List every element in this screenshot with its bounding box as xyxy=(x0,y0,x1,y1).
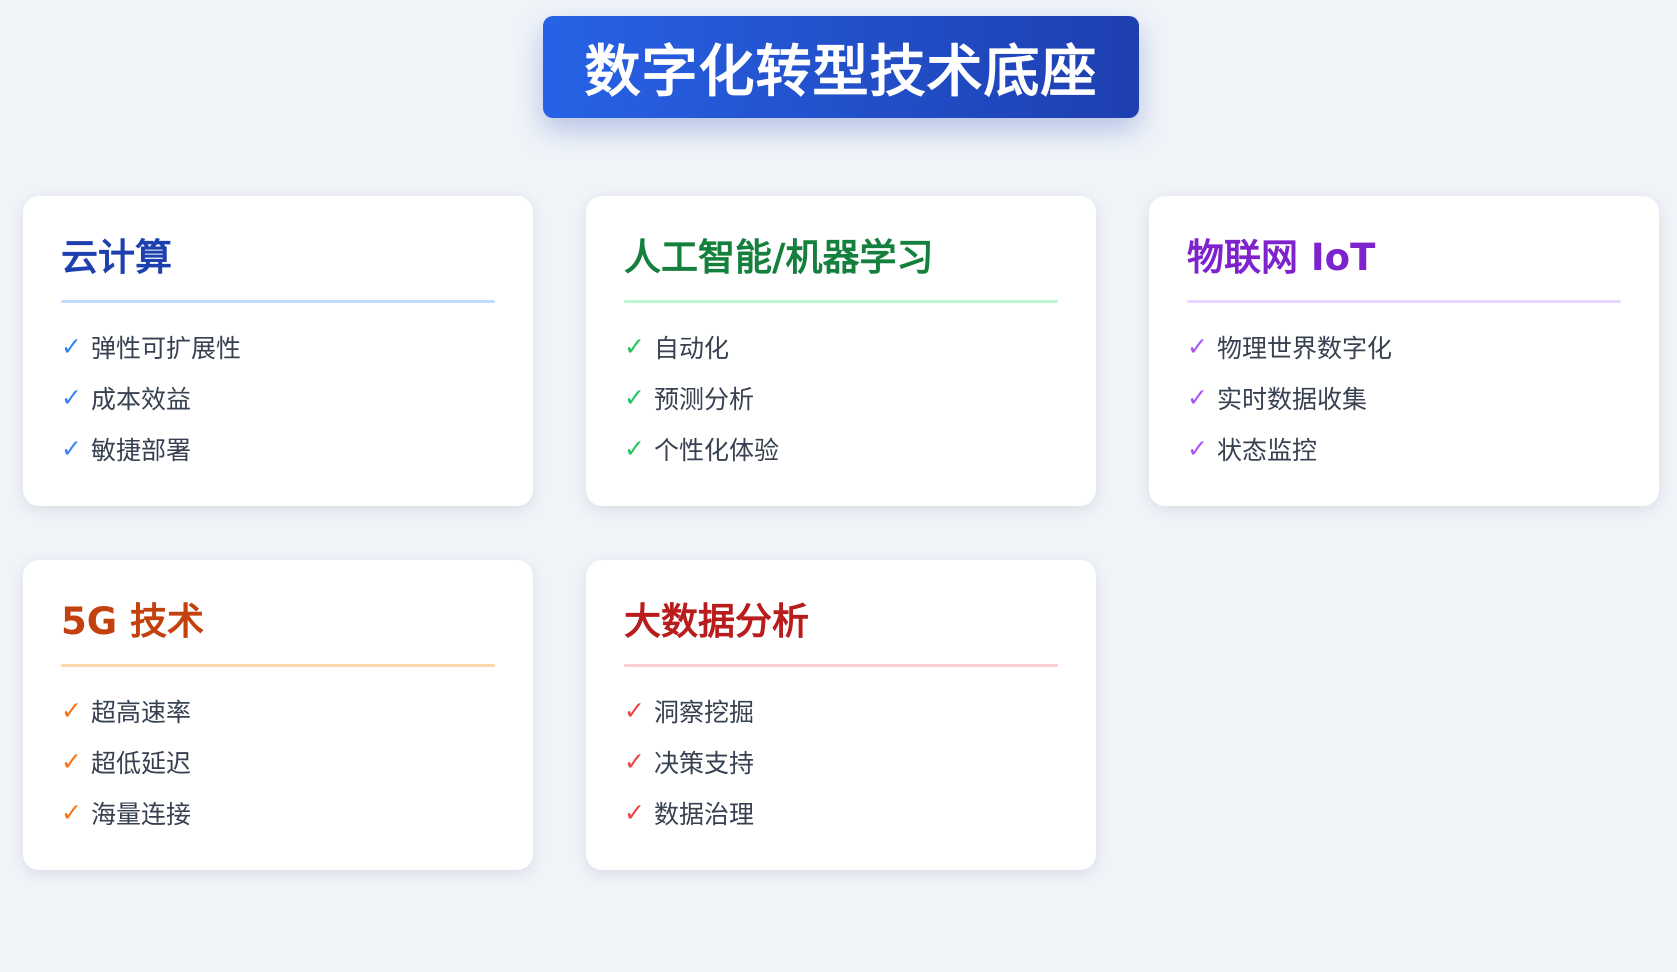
list-item: ✓ 数据治理 xyxy=(624,787,754,838)
list-item-label: 自动化 xyxy=(654,333,730,363)
card-divider xyxy=(61,300,495,303)
check-mark-icon: ✓ xyxy=(1187,383,1208,412)
card-iot: 物联网 IoT ✓ 物理世界数字化 ✓ 实时数据收集 ✓ 状态监控 xyxy=(1149,196,1659,506)
list-item-label: 实时数据收集 xyxy=(1217,384,1368,414)
feature-list: ✓ 物理世界数字化 ✓ 实时数据收集 ✓ 状态监控 xyxy=(1187,321,1392,474)
list-item-label: 状态监控 xyxy=(1217,435,1318,465)
list-item-label: 敏捷部署 xyxy=(91,435,192,465)
check-mark-icon: ✓ xyxy=(1187,332,1208,361)
list-item-label: 海量连接 xyxy=(91,799,192,829)
check-mark-icon: ✓ xyxy=(61,434,82,463)
check-mark-icon: ✓ xyxy=(624,383,645,412)
feature-list: ✓ 自动化 ✓ 预测分析 ✓ 个性化体验 xyxy=(624,321,779,474)
list-item: ✓ 自动化 xyxy=(624,321,779,372)
card-5g: 5G 技术 ✓ 超高速率 ✓ 超低延迟 ✓ 海量连接 xyxy=(23,560,533,870)
list-item-label: 超低延迟 xyxy=(91,748,192,778)
check-mark-icon: ✓ xyxy=(624,434,645,463)
card-title: 云计算 xyxy=(61,236,172,279)
check-mark-icon: ✓ xyxy=(61,332,82,361)
list-item: ✓ 敏捷部署 xyxy=(61,423,241,474)
check-mark-icon: ✓ xyxy=(61,747,82,776)
check-mark-icon: ✓ xyxy=(61,798,82,827)
list-item: ✓ 物理世界数字化 xyxy=(1187,321,1392,372)
list-item: ✓ 成本效益 xyxy=(61,372,241,423)
list-item-label: 预测分析 xyxy=(654,384,755,414)
list-item: ✓ 状态监控 xyxy=(1187,423,1392,474)
list-item-label: 个性化体验 xyxy=(654,435,780,465)
check-mark-icon: ✓ xyxy=(624,696,645,725)
list-item: ✓ 超低延迟 xyxy=(61,736,191,787)
check-mark-icon: ✓ xyxy=(61,383,82,412)
list-item-label: 洞察挖掘 xyxy=(654,697,755,727)
card-divider xyxy=(61,664,495,667)
card-divider xyxy=(1187,300,1621,303)
list-item: ✓ 超高速率 xyxy=(61,685,191,736)
list-item-label: 超高速率 xyxy=(91,697,192,727)
list-item-label: 物理世界数字化 xyxy=(1217,333,1393,363)
list-item: ✓ 决策支持 xyxy=(624,736,754,787)
card-title: 大数据分析 xyxy=(624,600,809,643)
check-mark-icon: ✓ xyxy=(624,747,645,776)
list-item: ✓ 海量连接 xyxy=(61,787,191,838)
list-item: ✓ 洞察挖掘 xyxy=(624,685,754,736)
card-divider xyxy=(624,664,1058,667)
list-item: ✓ 弹性可扩展性 xyxy=(61,321,241,372)
list-item: ✓ 实时数据收集 xyxy=(1187,372,1392,423)
list-item-label: 数据治理 xyxy=(654,799,755,829)
check-mark-icon: ✓ xyxy=(1187,434,1208,463)
card-title: 5G 技术 xyxy=(61,600,204,643)
feature-list: ✓ 超高速率 ✓ 超低延迟 ✓ 海量连接 xyxy=(61,685,191,838)
list-item-label: 决策支持 xyxy=(654,748,755,778)
feature-list: ✓ 弹性可扩展性 ✓ 成本效益 ✓ 敏捷部署 xyxy=(61,321,241,474)
list-item-label: 弹性可扩展性 xyxy=(91,333,242,363)
card-ai-ml: 人工智能/机器学习 ✓ 自动化 ✓ 预测分析 ✓ 个性化体验 xyxy=(586,196,1096,506)
check-mark-icon: ✓ xyxy=(624,798,645,827)
page-title: 数字化转型技术底座 xyxy=(543,16,1139,118)
list-item: ✓ 预测分析 xyxy=(624,372,779,423)
card-title: 物联网 IoT xyxy=(1187,236,1376,279)
card-title: 人工智能/机器学习 xyxy=(624,236,934,279)
feature-list: ✓ 洞察挖掘 ✓ 决策支持 ✓ 数据治理 xyxy=(624,685,754,838)
card-divider xyxy=(624,300,1058,303)
list-item: ✓ 个性化体验 xyxy=(624,423,779,474)
list-item-label: 成本效益 xyxy=(91,384,192,414)
card-big-data: 大数据分析 ✓ 洞察挖掘 ✓ 决策支持 ✓ 数据治理 xyxy=(586,560,1096,870)
card-cloud-computing: 云计算 ✓ 弹性可扩展性 ✓ 成本效益 ✓ 敏捷部署 xyxy=(23,196,533,506)
check-mark-icon: ✓ xyxy=(61,696,82,725)
check-mark-icon: ✓ xyxy=(624,332,645,361)
